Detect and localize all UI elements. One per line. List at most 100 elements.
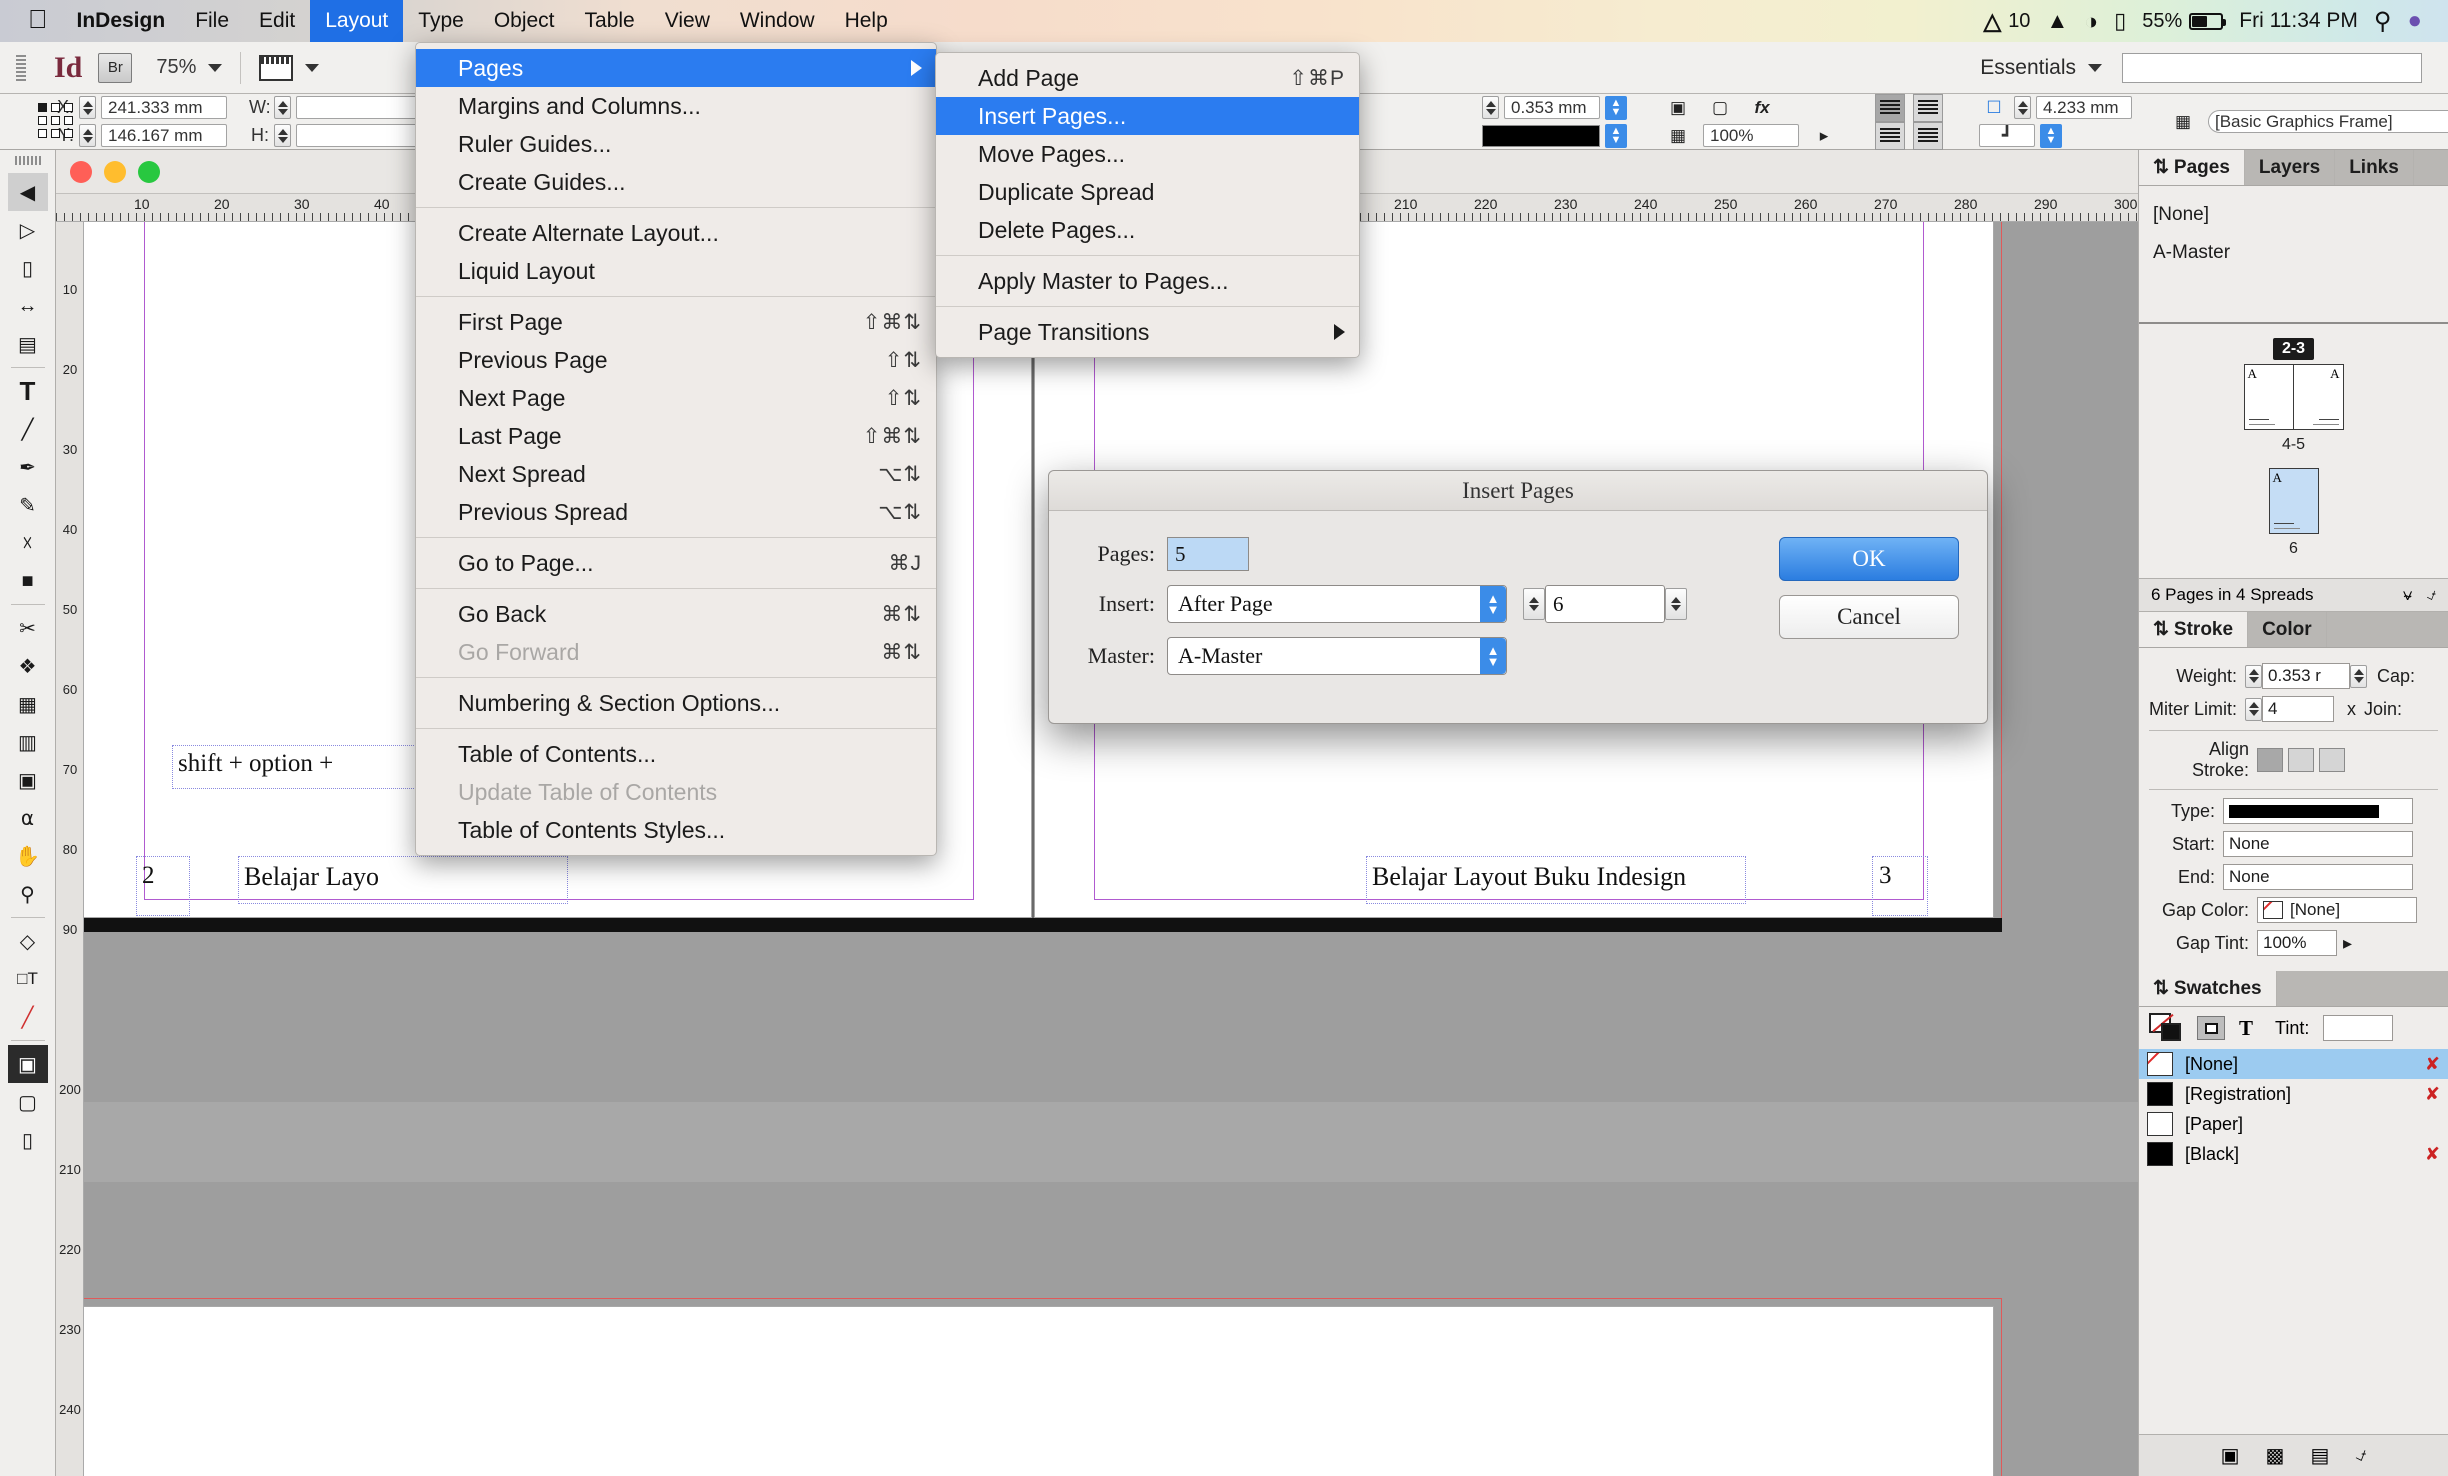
menu-item-create-alternate-layout[interactable]: Create Alternate Layout...: [416, 214, 936, 252]
dropbox-icon[interactable]: ▲: [2046, 8, 2068, 34]
menu-item-previous-spread[interactable]: Previous Spread ⌥⇅: [416, 493, 936, 531]
object-style-icon[interactable]: ▦: [2168, 108, 2198, 136]
align-bottom-button[interactable]: [1913, 121, 1943, 150]
submenu-item-delete-pages[interactable]: Delete Pages...: [936, 211, 1359, 249]
tab-links[interactable]: Links: [2335, 150, 2414, 185]
menu-indesign[interactable]: InDesign: [62, 0, 181, 42]
page-thumbnail[interactable]: A: [2293, 364, 2344, 430]
gradient-swatch-tool[interactable]: ▦: [8, 685, 48, 723]
formatting-affects-container-icon[interactable]: [2197, 1016, 2225, 1040]
pages-submenu[interactable]: Add Page ⇧⌘P Insert Pages... Move Pages.…: [935, 52, 1360, 358]
drop-shadow-icon[interactable]: ▢: [1705, 94, 1735, 122]
formatting-affects-text-icon[interactable]: T: [2239, 1016, 2253, 1041]
vertical-ruler[interactable]: 10 20 30 40 50 60 70 80 90 200 210 220 2…: [56, 222, 84, 1476]
stroke-type-select[interactable]: [2223, 798, 2413, 824]
menu-item-next-page[interactable]: Next Page ⇧⇅: [416, 379, 936, 417]
end-select[interactable]: None: [2223, 864, 2413, 890]
menu-layout[interactable]: Layout: [310, 0, 404, 42]
pages-count-input[interactable]: 5: [1167, 537, 1249, 571]
stroke-type-swatch[interactable]: [1482, 124, 1600, 147]
minimize-icon[interactable]: [104, 161, 126, 183]
submenu-item-add-page[interactable]: Add Page ⇧⌘P: [936, 59, 1359, 97]
menu-table[interactable]: Table: [570, 0, 650, 42]
tint-input[interactable]: [2323, 1015, 2394, 1041]
type-tool[interactable]: T: [8, 372, 48, 410]
menu-help[interactable]: Help: [830, 0, 903, 42]
opacity-input[interactable]: 100%: [1703, 124, 1799, 147]
hand-tool[interactable]: ✋: [8, 837, 48, 875]
spread-2-3[interactable]: 2-3 A A 4-5: [2139, 338, 2448, 454]
swatch-item-registration[interactable]: [Registration] ✘: [2139, 1079, 2448, 1109]
siri-icon[interactable]: ●: [2408, 7, 2423, 35]
tab-color[interactable]: Color: [2248, 612, 2327, 647]
new-gradient-icon[interactable]: ▤: [2310, 1443, 2329, 1468]
rectangle-tool[interactable]: ■: [8, 562, 48, 600]
miter-input[interactable]: 4: [2262, 696, 2334, 722]
normal-view-mode-button[interactable]: ▣: [7, 1045, 48, 1083]
start-select[interactable]: None: [2223, 831, 2413, 857]
zoom-tool[interactable]: ⚲: [8, 875, 48, 913]
chevron-down-icon[interactable]: [305, 63, 320, 72]
menu-view[interactable]: View: [650, 0, 725, 42]
align-center-button[interactable]: [1913, 93, 1943, 122]
search-icon[interactable]: ⚲: [2374, 7, 2392, 36]
fill-stroke-swatch[interactable]: ◇: [8, 922, 48, 960]
tools-drag-handle[interactable]: [14, 156, 41, 165]
submenu-item-move-pages[interactable]: Move Pages...: [936, 135, 1359, 173]
menu-type[interactable]: Type: [403, 0, 479, 42]
h-stepper[interactable]: [274, 124, 291, 147]
y-stepper[interactable]: [79, 124, 96, 147]
corner-shape-chevrons[interactable]: ▲ ▼: [2040, 123, 2062, 148]
page-thumbnail-selected[interactable]: A: [2268, 468, 2319, 534]
menu-item-pages[interactable]: Pages: [416, 49, 936, 87]
screen-mode-icon[interactable]: [259, 54, 294, 81]
pasteboard[interactable]: shift + option + 2 Belajar Layo Belajar …: [84, 222, 2138, 1476]
workspace-label[interactable]: Essentials: [1980, 56, 2076, 80]
help-search-input[interactable]: [2122, 52, 2422, 83]
tab-swatches[interactable]: ⇅ Swatches: [2139, 971, 2277, 1006]
document-page-lower[interactable]: [84, 1306, 1994, 1476]
apply-none-icon[interactable]: ╱: [8, 998, 48, 1036]
menu-edit[interactable]: Edit: [244, 0, 310, 42]
gap-tint-input[interactable]: 100%: [2257, 930, 2337, 956]
insert-pages-dialog[interactable]: Insert Pages Pages: 5 Insert: After Page…: [1048, 470, 1988, 724]
ok-button[interactable]: OK: [1779, 537, 1959, 581]
w-input[interactable]: [296, 96, 422, 119]
chevron-down-icon[interactable]: [208, 63, 223, 72]
miter-stepper[interactable]: [2245, 697, 2262, 721]
menu-item-go-back[interactable]: Go Back ⌘⇅: [416, 595, 936, 633]
chevron-updown-icon[interactable]: ▲ ▼: [1480, 586, 1506, 622]
gradient-feather-tool[interactable]: ▥: [8, 723, 48, 761]
after-page-input[interactable]: 6: [1545, 585, 1665, 623]
gap-color-select[interactable]: [None]: [2257, 897, 2417, 923]
menu-item-table-of-contents[interactable]: Table of Contents...: [416, 735, 936, 773]
tab-stroke[interactable]: ⇅ Stroke: [2139, 612, 2249, 647]
insert-position-select[interactable]: After Page ▲ ▼: [1167, 585, 1507, 623]
delete-page-icon[interactable]: ⍻: [2427, 585, 2436, 605]
app-bar-grip[interactable]: [16, 54, 26, 81]
gap-tool[interactable]: ↔: [8, 287, 48, 325]
align-stroke-inside-icon[interactable]: [2288, 748, 2314, 772]
chevron-updown-icon[interactable]: ▲ ▼: [1480, 638, 1506, 674]
menu-item-table-of-contents-styles[interactable]: Table of Contents Styles...: [416, 811, 936, 849]
submenu-item-page-transitions[interactable]: Page Transitions: [936, 313, 1359, 351]
screen-mode-button[interactable]: ▯: [8, 1121, 48, 1159]
h-input[interactable]: [296, 124, 422, 147]
object-style-select[interactable]: [Basic Graphics Frame]: [2208, 110, 2448, 133]
new-swatch-icon[interactable]: ▩: [2266, 1443, 2285, 1468]
spread-6[interactable]: A 6: [2139, 464, 2448, 558]
bridge-button[interactable]: Br: [98, 52, 133, 83]
after-page-chevrons[interactable]: [1665, 588, 1687, 620]
corner-radius-stepper[interactable]: [2014, 96, 2031, 119]
eyedropper-tool[interactable]: ⍺: [8, 799, 48, 837]
x-input[interactable]: 241.333 mm: [101, 96, 227, 119]
formatting-affects-text-icon[interactable]: □T: [8, 960, 48, 998]
weight-stepper[interactable]: [2245, 664, 2262, 688]
text-frame-folio-left[interactable]: [136, 856, 190, 916]
menu-item-first-page[interactable]: First Page ⇧⌘⇅: [416, 303, 936, 341]
align-left-button[interactable]: [1875, 93, 1905, 122]
y-input[interactable]: 146.167 mm: [101, 124, 227, 147]
apple-icon[interactable]: : [28, 6, 48, 32]
menu-item-ruler-guides[interactable]: Ruler Guides...: [416, 125, 936, 163]
submenu-item-insert-pages[interactable]: Insert Pages...: [936, 97, 1359, 135]
